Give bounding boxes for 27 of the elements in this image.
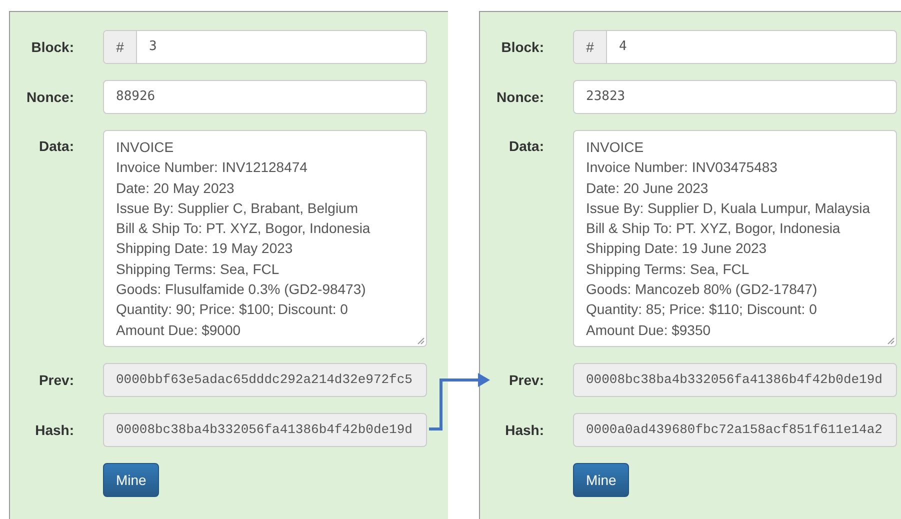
block-number-field[interactable]: # 4 [573,30,897,64]
field-label: Data: [508,137,544,156]
nonce-field[interactable]: 23823 [573,80,897,114]
hash-field[interactable]: 00008bc38ba4b332056fa41386b4f42b0de19d [103,413,427,447]
field-label: Nonce: [496,88,544,106]
field-label: Block: [501,38,544,56]
field-label: Hash: [35,420,74,440]
data-textarea[interactable]: INVOICE Invoice Number: INV03475483 Date: 20 June 2023 Issue By: Supplier D, Kuala Lumpur, Malaysia Bill & Ship To: PT. XYZ, Bogor, Indonesia Shipping Date: 19 June 2023 Shipping Terms: Sea, FCL Goods: Mancozeb 80% (GD2-17847) Quantity: 85; Price: $110; Discount: 0 Amount Due: $9350 [573,130,897,347]
field-label: Prev: [508,370,544,390]
field-label: Hash: [505,420,544,440]
chain-arrow [429,371,491,432]
block-number-field[interactable]: # 3 [103,30,427,64]
mine-button[interactable]: Mine [103,463,160,497]
mine-button[interactable]: Mine [573,463,630,497]
resize-handle-icon[interactable] [887,337,895,345]
previous-hash-field[interactable]: 0000bbf63e5adac65dddc292a214d32e972fc5 [103,363,427,397]
hash-sign-addon: # [574,31,607,63]
data-textarea[interactable]: INVOICE Invoice Number: INV12128474 Date: 20 May 2023 Issue By: Supplier C, Brabant, Belgium Bill & Ship To: PT. XYZ, Bogor, Indonesia Shipping Date: 19 May 2023 Shipping Terms: Sea, FCL Goods: Flusulfamide 0.3% (GD2-98473) Quantity: 90; Price: $100; Discount: 0 Amount Due: $9000 [103,130,427,347]
nonce-field[interactable]: 88926 [103,80,427,114]
field-label: Block: [31,38,74,56]
hash-sign-addon: # [104,31,137,63]
previous-hash-field[interactable]: 00008bc38ba4b332056fa41386b4f42b0de19d [573,363,897,397]
resize-handle-icon[interactable] [417,337,425,345]
hash-field[interactable]: 0000a0ad439680fbc72a158acf851f611e14a2 [573,413,897,447]
field-label: Data: [38,137,74,156]
field-label: Prev: [38,370,74,390]
field-label: Nonce: [26,88,74,106]
